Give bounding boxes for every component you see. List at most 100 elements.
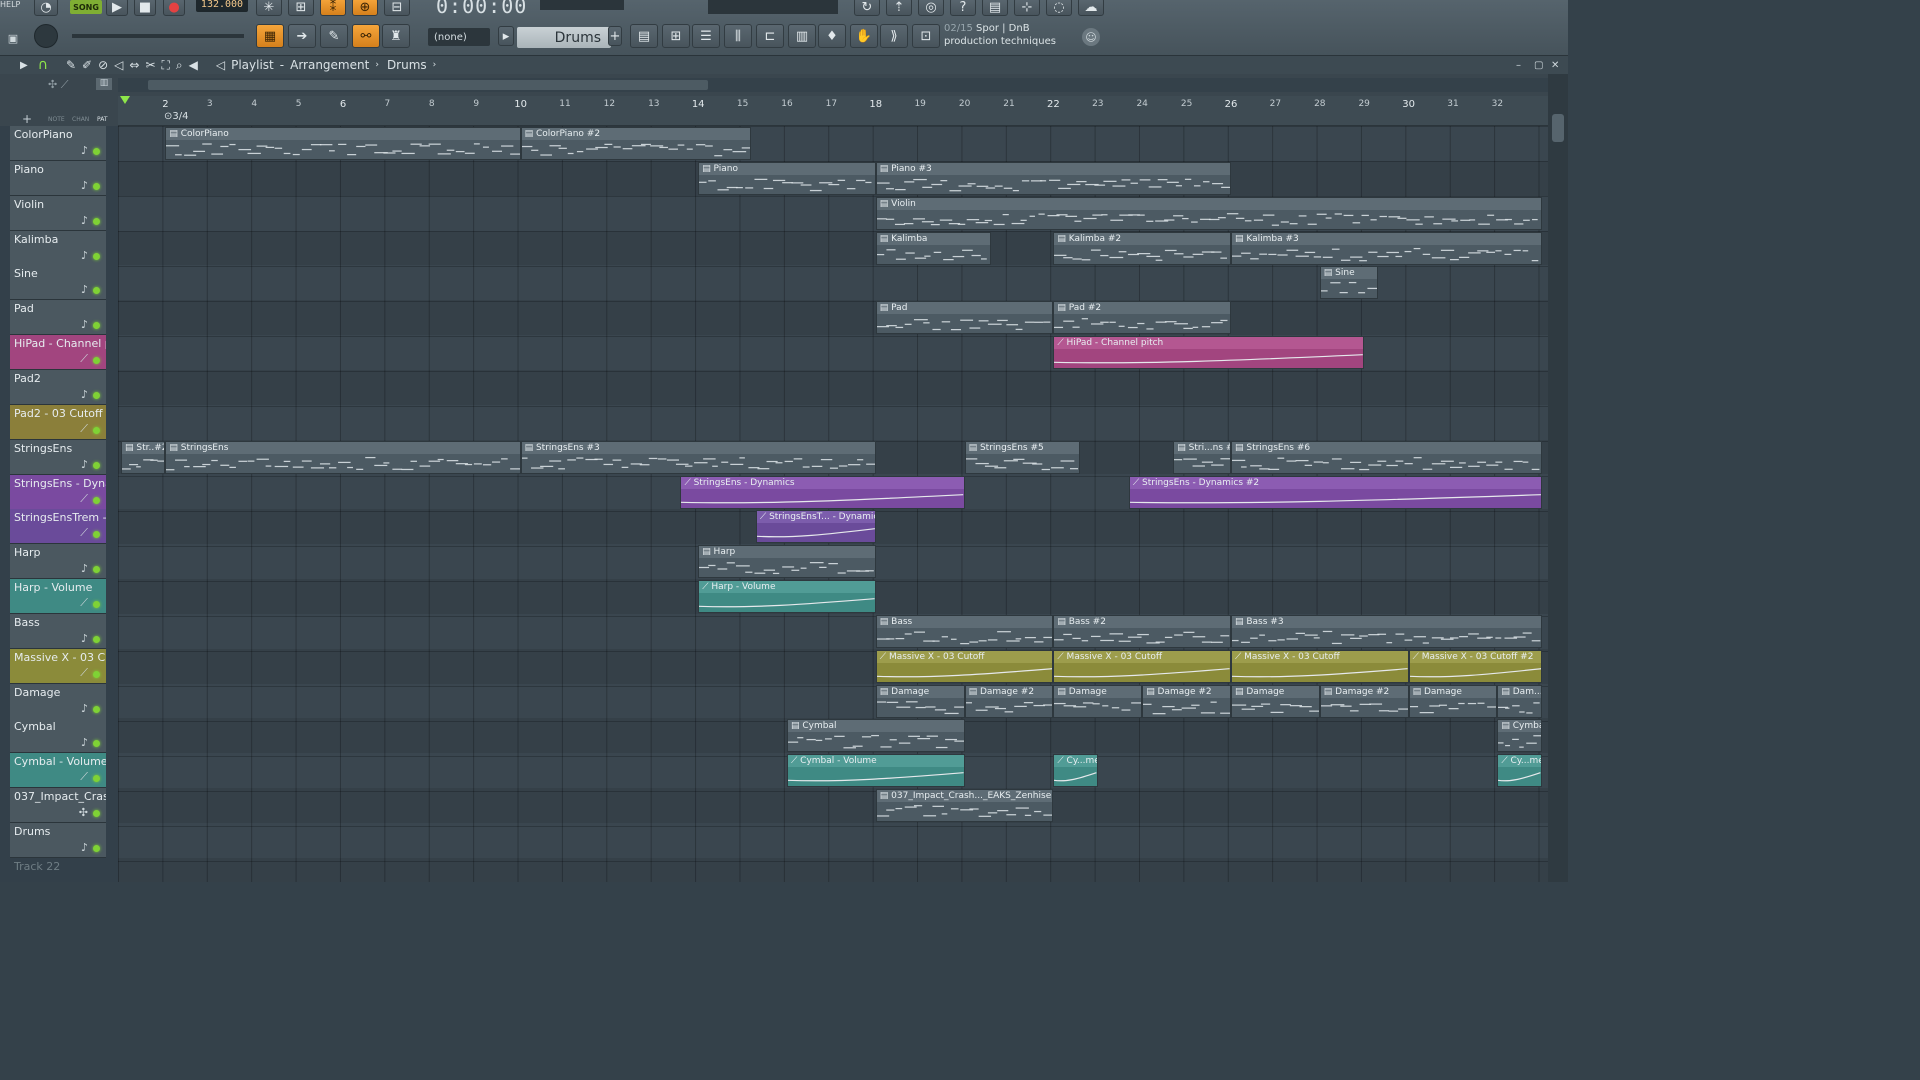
track-mute-led[interactable] [93, 670, 100, 678]
maximize-icon[interactable]: ▢ [1534, 60, 1543, 71]
track-name[interactable]: Kalimba [14, 233, 106, 246]
record-icon[interactable]: ● [163, 0, 185, 16]
track-mute-led[interactable] [93, 566, 100, 574]
playlist-clip[interactable]: ▤ Piano [698, 161, 876, 195]
paint-tool-icon[interactable]: ✐ [82, 58, 92, 72]
playlist-clip[interactable]: ▤ Damage #2 [1319, 684, 1409, 718]
arrow-icon[interactable]: ➔ [288, 24, 316, 48]
track-header[interactable]: Drums ♪ [10, 823, 106, 858]
touch-keyboard-icon[interactable]: ✋ [850, 24, 878, 48]
playlist-clip[interactable]: ▤ Damage #2 [1142, 684, 1231, 718]
horizontal-scrollbar[interactable] [118, 78, 1548, 92]
tempo-tapper-icon[interactable]: ⟫ [880, 24, 908, 48]
horizontal-scroll-thumb[interactable] [148, 80, 708, 90]
track-header[interactable]: 037_Impact_Crash.. ✣ [10, 788, 106, 824]
track-name[interactable]: Harp [14, 546, 106, 559]
playlist-icon[interactable]: ▦ [256, 24, 284, 48]
track-header[interactable]: Cymbal - Volume ⟋ [10, 753, 106, 789]
playlist-clip[interactable]: ▤ Damage [1053, 684, 1143, 718]
playlist-clip[interactable]: ▤ Bass #2 [1053, 614, 1231, 648]
mute-tool-icon[interactable]: ◁ [114, 58, 123, 72]
playlist-clip[interactable]: ▤ Sine [1319, 266, 1378, 300]
tool-label-note[interactable]: NOTE [48, 116, 65, 123]
track-mute-led[interactable] [93, 287, 100, 295]
project-icon[interactable]: ▥ [788, 24, 816, 48]
playlist-clip[interactable]: ▤ StringsEns #5 [964, 440, 1081, 474]
track-name[interactable]: Damage [14, 686, 106, 699]
slice-tool-icon[interactable]: ✂ [145, 58, 155, 72]
pencil-icon[interactable]: ✎ [320, 24, 348, 48]
track-header[interactable]: Harp ♪ [10, 544, 106, 580]
playlist-clip[interactable]: ▤ Str..#2 [121, 440, 166, 474]
tool-label-chan[interactable]: CHAN [72, 116, 89, 123]
menu-grip-icon[interactable]: ▣ [4, 30, 22, 46]
zoom-slider[interactable] [72, 34, 244, 38]
delete-tool-icon[interactable]: ⊘ [98, 58, 108, 72]
playlist-clip[interactable]: ⟋ Massive X - 03 Cutoff [1231, 649, 1409, 683]
news-icon[interactable]: ☺ [1082, 28, 1100, 46]
refresh-icon[interactable]: ↻ [854, 0, 880, 16]
track-name[interactable]: StringsEns [14, 442, 106, 455]
track-header[interactable]: Harp - Volume ⟋ [10, 579, 106, 615]
channel-rack-icon[interactable]: ☰ [692, 24, 720, 48]
breadcrumb-window[interactable]: Playlist [231, 58, 274, 72]
zoom-tool-icon[interactable]: ⌕ [176, 58, 183, 73]
playlist-clip[interactable]: ⟋ Cy...me [1053, 754, 1098, 788]
track-name[interactable]: ColorPiano [14, 128, 106, 141]
playlist-clip[interactable]: ⟋ StringsEns - Dynamics [680, 475, 965, 509]
select-tool-icon[interactable]: ⛶ [162, 58, 170, 73]
playlist-clip[interactable]: ⟋ Harp - Volume [698, 580, 876, 614]
time-signature-marker[interactable]: ⊙3/4 [164, 111, 188, 122]
master-pitch-knob[interactable] [34, 24, 58, 48]
playlist-clip[interactable]: ▤ Pad [875, 301, 1054, 335]
playlist-clip[interactable]: ▤ StringsEns #3 [520, 440, 876, 474]
playlist-clip[interactable]: ⟋ StringsEnsT... - Dynamics [755, 510, 876, 544]
vertical-scrollbar[interactable] [1548, 74, 1568, 882]
loop-record-icon[interactable]: ⊕ [352, 0, 378, 16]
playlist-clip[interactable]: ▤ Bass #3 [1231, 614, 1542, 648]
track-mute-led[interactable] [93, 322, 100, 330]
playlist-clip[interactable]: ▤ Cymbal [1497, 719, 1542, 753]
playlist-clip[interactable]: ▤ Harp [698, 545, 876, 579]
playlist-clip[interactable]: ▤ Damage #2 [964, 684, 1054, 718]
playlist-clip[interactable]: ▤ Dam...#2 [1497, 684, 1542, 718]
track-name[interactable]: Cymbal [14, 720, 106, 733]
playlist-clip[interactable]: ⟋ StringsEns - Dynamics #2 [1128, 475, 1542, 509]
mic-icon[interactable]: ◎ [918, 0, 944, 16]
track-header[interactable]: StringsEnsTrem -.. ⟋ [10, 509, 106, 545]
track-header[interactable]: Massive X - 03 Cut..⟋ [10, 648, 106, 684]
track-mute-led[interactable] [93, 357, 100, 365]
countdown-icon[interactable]: ⊞ [288, 0, 314, 16]
add-track-icon[interactable]: + [22, 112, 32, 126]
magnet-icon[interactable]: ∩ [38, 57, 48, 73]
track-header[interactable]: Sine ♪ [10, 265, 106, 301]
playlist-clip[interactable]: ▤ Stri...ns #7 [1173, 440, 1231, 474]
track-header[interactable]: Track 22 [10, 857, 106, 882]
track-name[interactable]: 037_Impact_Crash.. [14, 790, 106, 803]
track-mute-led[interactable] [93, 461, 100, 469]
playlist-clip[interactable]: ▤ Kalimba [875, 231, 992, 265]
track-header[interactable]: Pad2 - 03 Cutoff ⟋ [10, 404, 106, 440]
playlist-clip[interactable]: ▤ Damage [1408, 684, 1498, 718]
playlist-clip[interactable]: ⟋ Cymbal - Volume [787, 754, 965, 788]
track-header[interactable]: Cymbal ♪ [10, 718, 106, 754]
track-header[interactable]: StringsEns - Dyna..⟋ [10, 474, 106, 510]
tempo-display[interactable]: 132.000 [196, 0, 248, 12]
mixer-icon[interactable]: ▤ [982, 0, 1008, 16]
plugin-picker-icon[interactable]: ♦ [818, 24, 846, 48]
tracks-view-icon[interactable]: ▥ [96, 78, 112, 90]
track-header[interactable]: Pad ♪ [10, 300, 106, 336]
track-name[interactable]: Pad2 [14, 372, 106, 385]
playlist-clip[interactable]: ▤ Pad #2 [1053, 301, 1231, 335]
track-mute-led[interactable] [93, 182, 100, 190]
step-edit-icon[interactable]: ⊟ [384, 0, 410, 16]
slip-tool-icon[interactable]: ⇔ [129, 58, 139, 72]
playlist-grid[interactable]: ▤ ColorPiano ▤ ColorPiano #2 ▤ Piano ▤ Pian… [118, 126, 1548, 882]
playlist-clip[interactable]: ⟋ Massive X - 03 Cutoff [875, 649, 1054, 683]
playlist-clip[interactable]: ▤ ColorPiano [165, 127, 521, 160]
playlist-window-icon[interactable]: ▤ [630, 24, 658, 48]
playlist-clip[interactable]: ▤ StringsEns [165, 440, 521, 474]
chat-icon[interactable]: ◌ [1046, 0, 1072, 16]
browser-icon[interactable]: ⊏ [756, 24, 784, 48]
bar-ruler[interactable]: 2 3 4 5 6 7 8 9 10 11 12 13 14 15 16 17 18 19 20 21 22 23 24 25… [118, 96, 1548, 126]
